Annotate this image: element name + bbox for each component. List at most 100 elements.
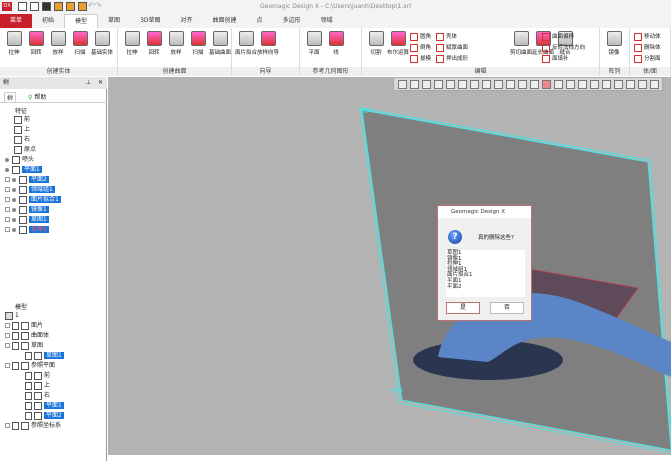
visibility-checkbox[interactable] (12, 321, 19, 330)
tree-item[interactable]: 草图 (5, 341, 43, 351)
visibility-checkbox[interactable] (12, 341, 19, 350)
expand-toggle[interactable] (5, 187, 10, 192)
expand-toggle[interactable] (5, 217, 10, 222)
view-tool-icon[interactable] (506, 80, 515, 89)
ribbon-small-button[interactable]: 分割面 (634, 54, 661, 63)
tab-0[interactable]: 菜单 (0, 14, 33, 28)
ribbon-small-button[interactable]: 壳体 (436, 32, 457, 41)
view-tool-icon[interactable] (638, 80, 647, 89)
close-icon[interactable]: ✕ (98, 77, 103, 89)
view-tool-icon[interactable] (554, 80, 563, 89)
view-tool-icon[interactable] (470, 80, 479, 89)
view-tool-icon[interactable] (446, 80, 455, 89)
tree-item[interactable]: 原点 (14, 145, 36, 155)
tab-3[interactable]: 草图 (98, 14, 130, 28)
tree-item[interactable]: 平面2 (5, 175, 49, 185)
expand-toggle[interactable] (5, 423, 10, 428)
expand-toggle[interactable] (5, 197, 10, 202)
ribbon-button[interactable]: 镜像 (603, 31, 625, 56)
ribbon-button[interactable]: 面片拟合 (235, 31, 257, 56)
visibility-dot[interactable] (12, 177, 16, 182)
tree-item[interactable]: 镜像1 (5, 205, 49, 215)
ribbon-small-button[interactable]: 曲面偏移 (542, 32, 574, 41)
tree-item[interactable]: 上 (25, 381, 50, 391)
expand-toggle[interactable] (5, 333, 10, 338)
ribbon-button[interactable]: 剪切曲面 (510, 31, 532, 56)
ribbon-small-button[interactable]: 反转法线方向 (542, 43, 585, 52)
checkbox[interactable] (5, 311, 13, 320)
view-tool-icon[interactable] (578, 80, 587, 89)
tab-help[interactable]: ♀ 帮助 (28, 92, 46, 101)
tree-item[interactable]: 面片 (5, 321, 43, 331)
tree-item[interactable]: 平面1 (5, 165, 42, 175)
view-tool-icon[interactable] (518, 80, 527, 89)
tab-tree[interactable]: 树 (4, 92, 17, 103)
visibility-checkbox[interactable] (25, 401, 32, 410)
tab-7[interactable]: 点 (247, 14, 273, 28)
view-tool-icon[interactable] (482, 80, 491, 89)
ribbon-button[interactable]: 基础曲面 (209, 31, 231, 56)
yes-button[interactable]: 是 (446, 302, 480, 314)
visibility-dot[interactable] (12, 207, 16, 212)
tree-item[interactable]: 1 (5, 311, 19, 321)
view-tool-icon[interactable] (410, 80, 419, 89)
visibility-checkbox[interactable] (25, 351, 32, 360)
ribbon-small-button[interactable]: 拔模 (410, 54, 431, 63)
tree-item[interactable]: 上 (14, 125, 30, 135)
tab-6[interactable]: 曲面创建 (203, 14, 247, 28)
view-tool-icon[interactable] (650, 80, 659, 89)
tab-9[interactable]: 领域 (311, 14, 343, 28)
tree-item[interactable]: 喷头 (5, 155, 34, 165)
visibility-checkbox[interactable] (12, 421, 19, 430)
expand-toggle[interactable] (5, 227, 10, 232)
ribbon-small-button[interactable]: 面填补 (542, 54, 569, 63)
tree-item[interactable]: 平面1 (25, 401, 64, 411)
visibility-checkbox[interactable] (12, 361, 19, 370)
visibility-checkbox[interactable] (25, 391, 32, 400)
visibility-dot[interactable] (12, 197, 16, 202)
ribbon-button[interactable]: 扫描 (69, 31, 91, 56)
tab-4[interactable]: 3D草图 (130, 14, 170, 28)
view-tool-icon[interactable] (566, 80, 575, 89)
view-tool-icon[interactable] (458, 80, 467, 89)
tab-1[interactable]: 初始 (32, 14, 64, 28)
expand-toggle[interactable] (5, 323, 10, 328)
ribbon-small-button[interactable]: 移动体 (634, 32, 661, 41)
ribbon-small-button[interactable]: 押出成形 (436, 54, 468, 63)
visibility-checkbox[interactable] (25, 381, 32, 390)
visibility-dot[interactable] (12, 187, 16, 192)
tree-item[interactable]: 草图1 (5, 215, 49, 225)
view-tool-icon[interactable] (590, 80, 599, 89)
ribbon-button[interactable]: 平面 (303, 31, 325, 56)
visibility-checkbox[interactable] (25, 371, 32, 380)
ribbon-small-button[interactable]: 圆角 (410, 32, 431, 41)
tree-item[interactable]: 右 (25, 391, 50, 401)
tree-item[interactable]: 前 (14, 115, 30, 125)
ribbon-button[interactable]: 回转 (25, 31, 47, 56)
expand-toggle[interactable] (5, 363, 10, 368)
tree-item[interactable]: 参照坐标系 (5, 421, 61, 431)
expand-toggle[interactable] (5, 207, 10, 212)
tab-5[interactable]: 对齐 (171, 14, 203, 28)
ribbon-button[interactable]: 基础实体 (91, 31, 113, 56)
ribbon-button[interactable]: 拉伸 (121, 31, 143, 56)
view-tool-icon[interactable] (398, 80, 407, 89)
expand-toggle[interactable] (5, 343, 10, 348)
view-tool-icon[interactable] (434, 80, 443, 89)
ribbon-small-button[interactable]: 赋厚曲面 (436, 43, 468, 52)
tree-item[interactable]: 参照平面 (5, 361, 55, 371)
pin-icon[interactable]: ⊥ (86, 77, 91, 89)
visibility-checkbox[interactable] (25, 411, 32, 420)
visibility-dot[interactable] (5, 167, 9, 172)
ribbon-button[interactable]: 拉伸 (3, 31, 25, 56)
ribbon-button[interactable]: 放样 (165, 31, 187, 56)
tab-2[interactable]: 模型 (64, 14, 99, 28)
tree-item[interactable]: 拉伸1 (5, 225, 49, 235)
no-button[interactable]: 否 (490, 302, 524, 314)
tree-item[interactable]: 面片拟合1 (5, 195, 61, 205)
3d-viewport[interactable]: 平面1 平面2 (108, 77, 671, 455)
tree-item[interactable]: 领域组1 (5, 185, 55, 195)
view-tool-icon[interactable] (614, 80, 623, 89)
view-tool-icon[interactable] (542, 80, 551, 89)
view-tool-icon[interactable] (422, 80, 431, 89)
